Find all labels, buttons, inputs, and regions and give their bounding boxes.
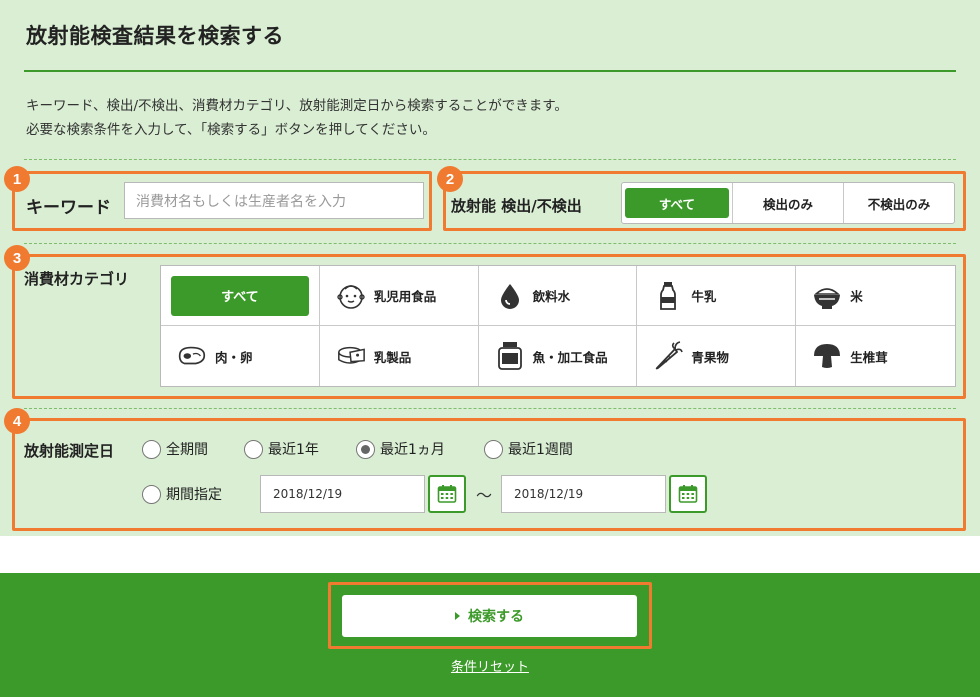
date-option-last-year[interactable]: 最近1年 [244,439,319,459]
radio-circle [142,439,161,459]
keyword-input[interactable]: 消費材名もしくは生産者名を入力 [124,182,424,219]
date-option-last-month[interactable]: 最近1ヵ月 [356,439,445,459]
category-label-text: 肉・卵 [215,349,253,365]
category-all-label: すべて [171,275,309,316]
calendar-icon [437,485,457,503]
radio-label: 期間指定 [166,487,222,503]
radio-label: 最近1週間 [508,442,573,458]
detection-option-detected[interactable]: 検出のみ [732,183,843,223]
date-range-separator: 〜 [476,486,493,505]
mushroom-icon [812,341,842,371]
meat-icon [177,341,207,371]
category-milk[interactable]: 牛乳 [637,266,797,326]
detection-option-not-detected[interactable]: 不検出のみ [843,183,954,223]
description-line-2: 必要な検索条件を入力して、「検索する」ボタンを押してください。 [26,122,436,138]
search-button[interactable]: 検索する [342,595,637,637]
jar-icon [495,341,525,371]
category-label-text: 牛乳 [691,289,717,304]
radio-label: 最近1ヵ月 [380,442,445,458]
date-to-calendar-button[interactable] [669,475,707,513]
page-title: 放射能検査結果を検索する [26,24,284,48]
date-option-last-week[interactable]: 最近1週間 [484,439,573,459]
step-badge-2: 2 [437,166,463,192]
category-label-text: 乳児用食品 [373,289,437,304]
section-divider [24,243,956,244]
section-divider [24,159,956,160]
category-label-text: 青果物 [691,349,729,365]
category-dairy[interactable]: 乳製品 [320,326,479,386]
category-grid: すべて 乳児用食品 飲料水 牛乳 米 肉・卵 乳製品 魚・加工食品 青果物 生椎… [160,265,956,387]
detection-option-all[interactable]: すべて [622,183,732,223]
category-produce[interactable]: 青果物 [637,326,797,386]
title-divider [24,70,956,72]
date-from-input[interactable]: 2018/12/19 [260,475,425,513]
detection-label: 放射能 検出/不検出 [451,197,582,215]
category-rice[interactable]: 米 [796,266,955,326]
radio-circle-selected [356,439,375,459]
radio-circle [484,439,503,459]
category-label-text: 乳製品 [373,349,412,365]
radio-circle [244,439,263,459]
category-fish-processed[interactable]: 魚・加工食品 [479,326,638,386]
date-section-highlight [12,418,966,531]
step-badge-4: 4 [4,408,30,434]
radio-label: 全期間 [166,442,208,458]
category-label-text: 生椎茸 [850,349,888,365]
calendar-icon [678,485,698,503]
category-label: 消費材カテゴリ [24,270,130,288]
date-label: 放射能測定日 [24,442,115,460]
step-badge-1: 1 [4,166,30,192]
rice-bowl-icon [812,281,842,311]
category-shiitake[interactable]: 生椎茸 [796,326,955,386]
radio-circle [142,484,161,504]
date-option-all-period[interactable]: 全期間 [142,439,208,459]
category-label-text: 飲料水 [532,289,571,304]
description-line-1: キーワード、検出/不検出、消費材カテゴリ、放射能測定日から検索することができます… [26,98,568,114]
category-all[interactable]: すべて [161,266,320,326]
detection-toggle: すべて 検出のみ 不検出のみ [621,182,955,224]
date-option-custom-range[interactable]: 期間指定 [142,484,222,504]
baby-icon [336,281,366,311]
play-triangle-icon [455,612,460,620]
carrot-icon [653,341,684,371]
section-divider [24,408,956,409]
category-label-text: 魚・加工食品 [532,349,608,365]
detection-option-all-label: すべて [625,188,729,218]
cheese-icon [336,341,366,371]
reset-conditions-link[interactable]: 条件リセット [0,656,980,675]
milk-bottle-icon [653,281,683,311]
radio-label: 最近1年 [268,442,319,458]
keyword-label: キーワード [26,198,111,218]
category-label-text: 米 [850,289,863,304]
category-baby-food[interactable]: 乳児用食品 [319,266,479,326]
category-drinking-water[interactable]: 飲料水 [478,266,638,326]
category-meat-egg[interactable]: 肉・卵 [161,326,320,386]
page-description: キーワード、検出/不検出、消費材カテゴリ、放射能測定日から検索することができます… [26,94,568,142]
search-button-label: 検索する [468,609,524,625]
date-from-calendar-button[interactable] [428,475,466,513]
water-drop-icon [495,281,525,311]
date-to-input[interactable]: 2018/12/19 [501,475,666,513]
